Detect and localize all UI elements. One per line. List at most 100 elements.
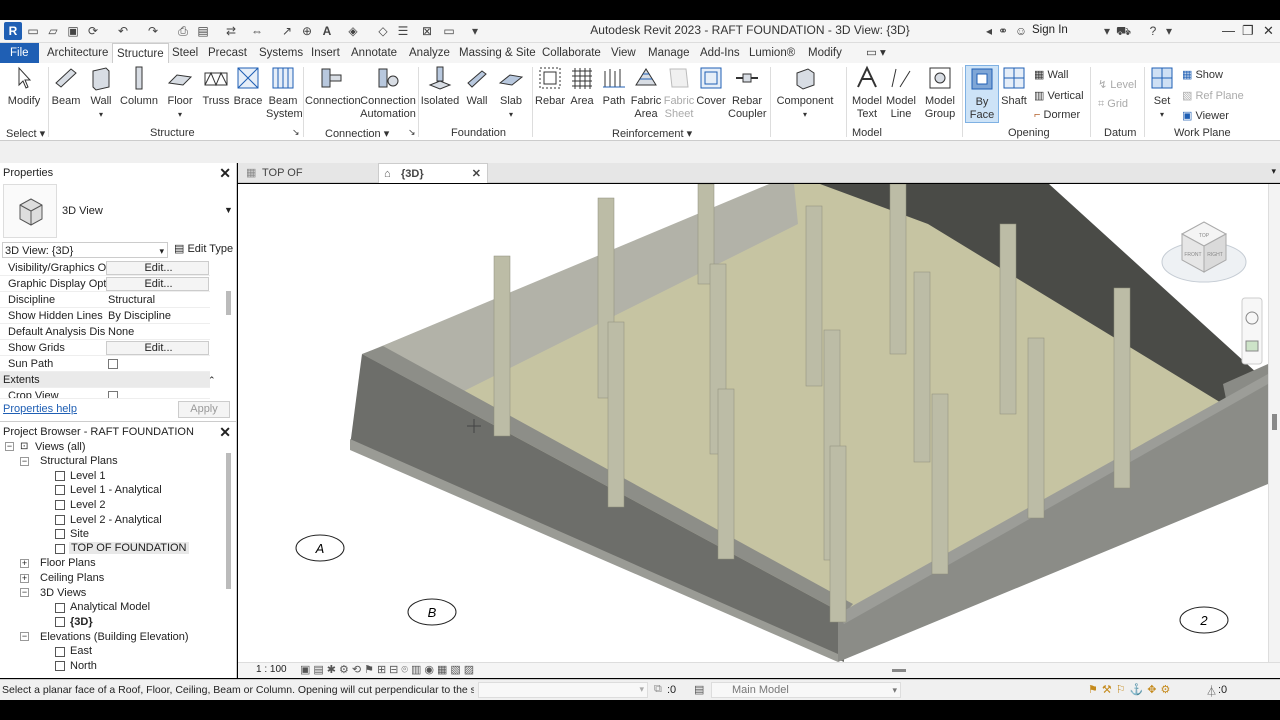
- rebar-button[interactable]: Rebar: [534, 65, 566, 108]
- tree-top-of-foundation[interactable]: TOP OF FOUNDATION: [69, 542, 189, 554]
- truss-button[interactable]: Truss: [200, 65, 232, 108]
- column-13[interactable]: [1027, 337, 1045, 519]
- panel-toggle-icon[interactable]: ▭ ▾: [862, 43, 890, 63]
- beam-system-button[interactable]: Beam System: [266, 65, 303, 121]
- wall-button[interactable]: Wall ▾: [86, 65, 116, 121]
- restore-icon[interactable]: ❐: [1242, 23, 1254, 39]
- column-9[interactable]: [607, 321, 625, 508]
- set-workplane-button[interactable]: Set ▾: [1148, 65, 1176, 121]
- shaft-button[interactable]: Shaft: [1000, 65, 1028, 108]
- structure-settings-icon[interactable]: ↘: [292, 127, 300, 138]
- show-grids-edit-button[interactable]: Edit...: [106, 341, 209, 355]
- browser-scrollbar[interactable]: [226, 453, 231, 589]
- tree-east[interactable]: East: [70, 645, 92, 657]
- close-window-icon[interactable]: ✕: [1263, 23, 1274, 39]
- 3d-viewport[interactable]: A B 2 TOP FRONT RIGHT: [238, 184, 1268, 662]
- tab-collaborate[interactable]: Collaborate: [538, 43, 605, 63]
- tree-ceiling-plans[interactable]: Ceiling Plans: [40, 572, 104, 584]
- tab-file[interactable]: File: [0, 43, 39, 63]
- tab-insert[interactable]: Insert: [307, 43, 344, 63]
- model-dropdown[interactable]: Main Model ▾: [711, 682, 901, 698]
- tree-3d-views[interactable]: 3D Views: [40, 587, 86, 599]
- grid-bubble-2[interactable]: 2: [1179, 606, 1229, 634]
- save-icon[interactable]: ▣: [66, 24, 80, 38]
- slab-button[interactable]: Slab ▾: [496, 65, 526, 121]
- type-selector-dropdown-icon[interactable]: ▼: [224, 205, 233, 215]
- grid-bubble-b[interactable]: B: [407, 598, 457, 626]
- editable-only-icon[interactable]: ⧉: [654, 683, 662, 696]
- close-browser-icon[interactable]: ✕: [219, 422, 231, 442]
- switch-windows-icon[interactable]: ▭: [442, 24, 456, 38]
- floor-dropdown-icon[interactable]: ▾: [178, 110, 182, 119]
- modify-button[interactable]: Modify: [6, 65, 42, 108]
- connection-button[interactable]: Connection: [305, 65, 361, 108]
- expand-icon[interactable]: +: [20, 559, 29, 568]
- collapse-icon[interactable]: −: [5, 442, 14, 451]
- view-tab-top-of-foundation[interactable]: ▦ TOP OF FOUNDATION: [240, 163, 376, 199]
- column-12[interactable]: [717, 388, 735, 560]
- wall-foundation-button[interactable]: Wall: [462, 65, 492, 108]
- view-scale[interactable]: 1 : 100: [256, 664, 287, 675]
- filter-icon[interactable]: ⏃: [1206, 683, 1217, 699]
- tag-icon[interactable]: ⊕: [300, 24, 314, 38]
- tab-steel[interactable]: Steel: [168, 43, 202, 63]
- undo-icon[interactable]: ↶: [116, 24, 130, 38]
- analysis-display-value[interactable]: None: [106, 324, 209, 340]
- tree-elevations[interactable]: Elevations (Building Elevation): [40, 631, 189, 643]
- sync-icon[interactable]: ⟳: [86, 24, 100, 38]
- edit-type-button[interactable]: ▤ Edit Type: [174, 242, 233, 255]
- column-6[interactable]: [999, 223, 1017, 415]
- collapse-icon[interactable]: −: [20, 588, 29, 597]
- help-dropdown-icon[interactable]: ▾: [1162, 24, 1176, 38]
- dormer-button[interactable]: ⌐ Dormer: [1034, 109, 1080, 121]
- connection-settings-icon[interactable]: ↘: [408, 127, 416, 138]
- model-text-button[interactable]: Model Text: [850, 65, 884, 121]
- close-tab-icon[interactable]: ✕: [472, 164, 481, 184]
- tab-modify[interactable]: Modify: [804, 43, 846, 63]
- wall-opening-button[interactable]: ▦ Wall: [1034, 68, 1068, 81]
- visibility-edit-button[interactable]: Edit...: [106, 261, 209, 275]
- tab-lumion[interactable]: Lumion®: [745, 43, 799, 63]
- tree-level-1-analytical[interactable]: Level 1 - Analytical: [70, 484, 162, 496]
- vertical-opening-button[interactable]: ▥ Vertical: [1034, 89, 1084, 102]
- path-rebar-button[interactable]: Path: [600, 65, 628, 108]
- section-icon[interactable]: ◇: [376, 24, 390, 38]
- rebar-coupler-button[interactable]: Rebar Coupler: [728, 65, 767, 121]
- design-options-icon[interactable]: ▤: [694, 683, 704, 696]
- instance-selector[interactable]: 3D View: {3D} ▾: [2, 242, 168, 258]
- viewport-vertical-scrollbar[interactable]: [1268, 184, 1280, 662]
- apply-button[interactable]: Apply: [178, 401, 230, 418]
- column-15[interactable]: [829, 445, 847, 623]
- column-14[interactable]: [931, 393, 949, 575]
- customize-qat-icon[interactable]: ▾: [468, 24, 482, 38]
- tree-views-all[interactable]: Views (all): [35, 441, 86, 453]
- isolated-button[interactable]: Isolated: [420, 65, 460, 108]
- pdf-icon[interactable]: ▤: [196, 24, 210, 38]
- zoom-icon[interactable]: [1245, 340, 1259, 352]
- open-icon[interactable]: ▱: [46, 24, 60, 38]
- minimize-icon[interactable]: —: [1222, 23, 1235, 38]
- tree-analytical-model[interactable]: Analytical Model: [70, 601, 150, 613]
- tab-architecture[interactable]: Architecture: [43, 43, 112, 63]
- dimension-icon[interactable]: ↗: [280, 24, 294, 38]
- column-2[interactable]: [493, 255, 511, 437]
- tab-add-ins[interactable]: Add-Ins: [696, 43, 744, 63]
- fabric-sheet-button[interactable]: Fabric Sheet: [663, 65, 695, 121]
- tree-north[interactable]: North: [70, 660, 97, 672]
- revit-logo[interactable]: R: [4, 22, 22, 40]
- tree-level-2-analytical[interactable]: Level 2 - Analytical: [70, 514, 162, 526]
- print-icon[interactable]: ⎙: [176, 24, 190, 38]
- tab-list-icon[interactable]: ▾: [1271, 166, 1276, 177]
- sign-in-link[interactable]: Sign In: [1032, 24, 1068, 36]
- cover-button[interactable]: Cover: [696, 65, 726, 108]
- tree-level-2[interactable]: Level 2: [70, 499, 105, 511]
- column-7[interactable]: [1113, 287, 1131, 489]
- navigation-bar[interactable]: [1241, 297, 1263, 365]
- cart-icon[interactable]: ⛟: [1116, 24, 1131, 38]
- tab-systems[interactable]: Systems: [255, 43, 307, 63]
- ref-plane-button[interactable]: ▧ Ref Plane: [1182, 89, 1244, 102]
- tree-floor-plans[interactable]: Floor Plans: [40, 557, 96, 569]
- tab-massing-site[interactable]: Massing & Site: [455, 43, 540, 63]
- horizontal-scroll-thumb[interactable]: [892, 669, 906, 672]
- workset-dropdown[interactable]: ▾: [478, 682, 648, 698]
